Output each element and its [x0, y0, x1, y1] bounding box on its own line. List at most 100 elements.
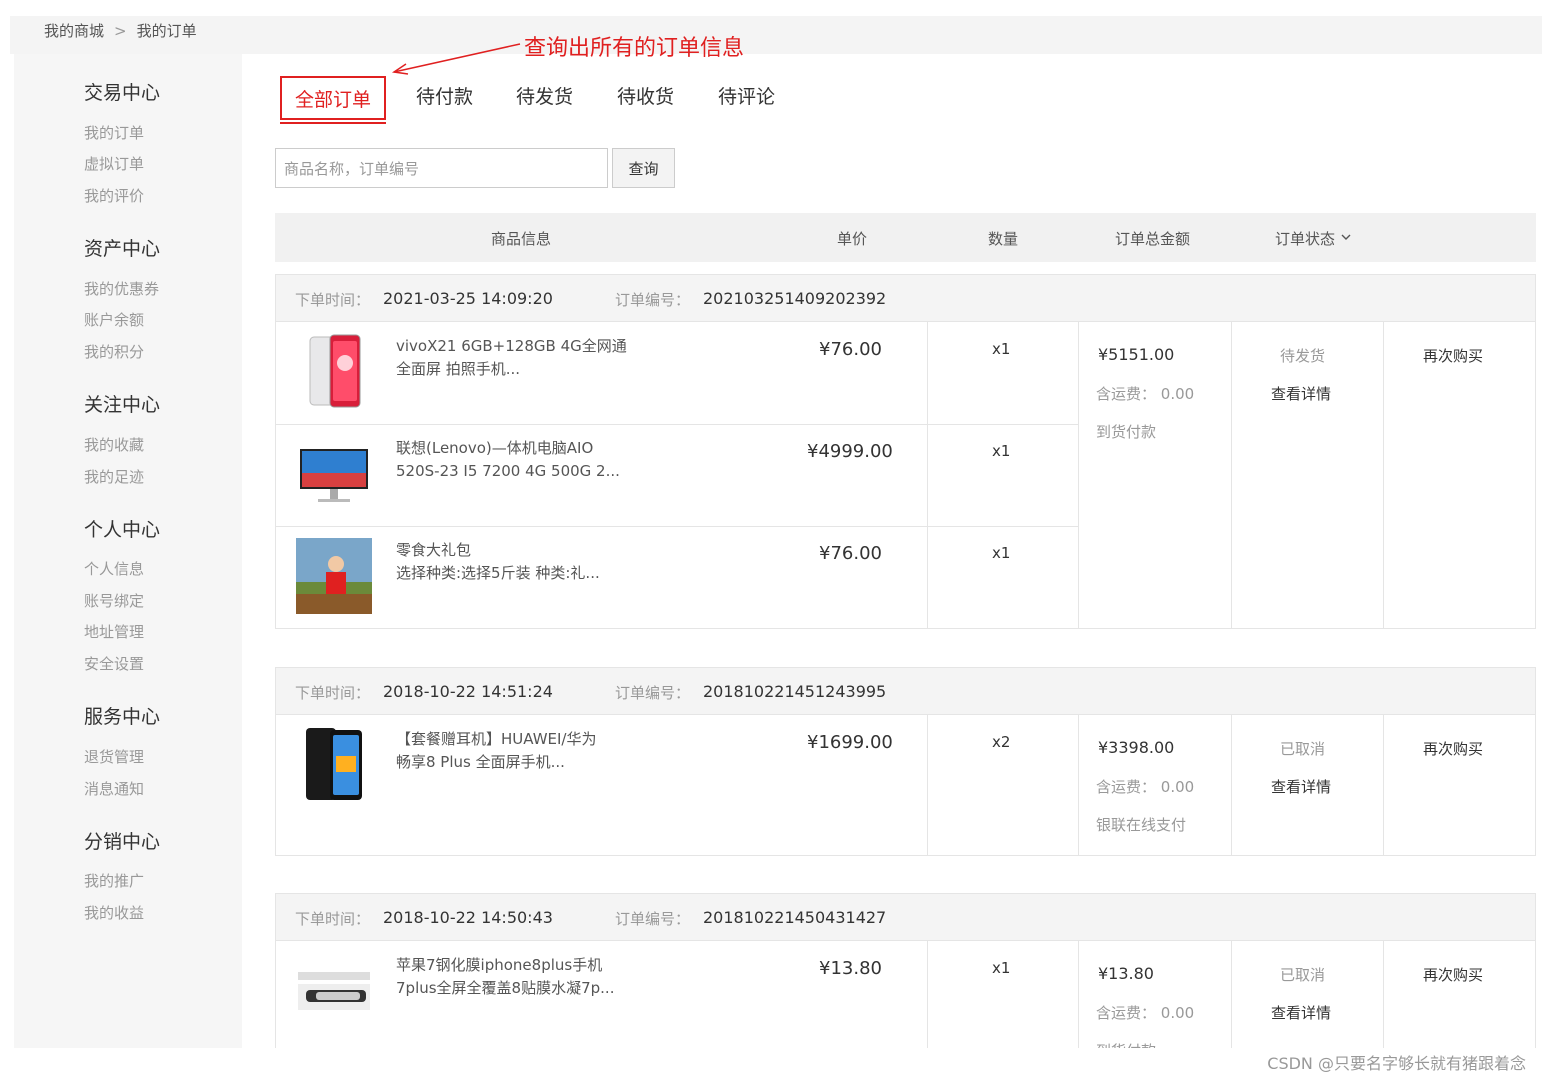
order-card: 下单时间： 2018-10-22 14:50:43 订单编号： 20181022… [275, 893, 1536, 1081]
order-time-label: 下单时间： [295, 291, 371, 309]
view-details-link[interactable]: 查看详情 [1271, 383, 1331, 404]
column-header-total: 订单总金额 [1115, 230, 1191, 248]
product-price: ¥76.00 [819, 339, 882, 360]
product-thumbnail[interactable] [296, 333, 372, 409]
sidebar-item-footprints[interactable]: 我的足迹 [84, 466, 144, 487]
product-thumbnail[interactable] [296, 538, 372, 614]
product-thumbnail[interactable] [296, 952, 372, 1028]
tab-pending-shipment[interactable]: 待发货 [516, 82, 573, 109]
order-time: 2021-03-25 14:09:20 [383, 289, 553, 308]
product-name[interactable]: 联想(Lenovo)—体机电脑AIO 520S-23 I5 7200 4G 500… [396, 437, 656, 483]
product-qty: x1 [992, 959, 1011, 977]
annotation-text: 查询出所有的订单信息 [524, 36, 745, 61]
column-header-price: 单价 [837, 230, 868, 248]
product-qty: x2 [992, 733, 1011, 751]
sidebar-item-messages[interactable]: 消息通知 [84, 778, 144, 799]
buy-again-button[interactable]: 再次购买 [1423, 964, 1483, 985]
order-header: 下单时间： 2018-10-22 14:50:43 订单编号： 20181022… [276, 894, 1535, 941]
product-qty: x1 [992, 544, 1011, 562]
breadcrumb-current: 我的订单 [136, 22, 197, 40]
breadcrumb: 我的商城 > 我的订单 [44, 20, 197, 41]
product-qty: x1 [992, 340, 1011, 358]
order-shipping: 含运费： 0.00 [1096, 778, 1195, 796]
chevron-right-icon: > [114, 21, 127, 40]
chevron-down-icon [1341, 234, 1351, 240]
tab-pending-receipt[interactable]: 待收货 [617, 82, 674, 109]
order-payment-method: 银联在线支付 [1096, 816, 1187, 834]
order-time-label: 下单时间： [295, 684, 371, 702]
column-header-qty: 数量 [988, 230, 1019, 248]
order-number-label: 订单编号： [615, 910, 691, 928]
view-details-link[interactable]: 查看详情 [1271, 1002, 1331, 1023]
order-total: ¥13.80 [1098, 964, 1154, 983]
product-price: ¥4999.00 [807, 441, 893, 462]
sidebar-section-trade: 交易中心 [84, 82, 161, 104]
sidebar-item-address[interactable]: 地址管理 [84, 621, 144, 642]
order-shipping: 含运费： 0.00 [1096, 1004, 1195, 1022]
order-status-filter[interactable]: 订单状态 [1275, 228, 1351, 249]
sidebar-section-assets: 资产中心 [84, 238, 161, 260]
sidebar-item-my-orders[interactable]: 我的订单 [84, 122, 144, 143]
order-payment-method: 到货付款 [1096, 423, 1157, 441]
order-time: 2018-10-22 14:51:24 [383, 682, 553, 701]
order-number-label: 订单编号： [615, 291, 691, 309]
order-table-header: 商品信息 单价 数量 订单总金额 订单状态 [275, 213, 1536, 262]
sidebar-item-earnings[interactable]: 我的收益 [84, 902, 144, 923]
sidebar-item-profile[interactable]: 个人信息 [84, 558, 144, 579]
sidebar-item-coupons[interactable]: 我的优惠券 [84, 278, 159, 299]
sidebar-section-personal: 个人中心 [84, 519, 161, 541]
product-qty: x1 [992, 442, 1011, 460]
order-status: 已取消 [1280, 740, 1326, 758]
order-number: 201810221451243995 [703, 682, 887, 701]
order-card: 下单时间： 2018-10-22 14:51:24 订单编号： 20181022… [275, 667, 1536, 856]
view-details-link[interactable]: 查看详情 [1271, 776, 1331, 797]
sidebar-item-security[interactable]: 安全设置 [84, 653, 144, 674]
watermark: CSDN @只要名字够长就有猪跟着念 [1267, 1054, 1526, 1073]
annotation-arrow-icon [391, 43, 521, 75]
sidebar-item-virtual-orders[interactable]: 虚拟订单 [84, 153, 144, 174]
sidebar-item-my-reviews[interactable]: 我的评价 [84, 185, 144, 206]
sidebar-item-account-binding[interactable]: 账号绑定 [84, 590, 144, 611]
order-header: 下单时间： 2018-10-22 14:51:24 订单编号： 20181022… [276, 668, 1535, 715]
column-header-product: 商品信息 [491, 230, 552, 248]
order-shipping: 含运费： 0.00 [1096, 385, 1195, 403]
product-name[interactable]: 苹果7钢化膜iphone8plus手机 7plus全屏全覆盖8贴膜水凝7p... [396, 954, 656, 1000]
order-number-label: 订单编号： [615, 684, 691, 702]
buy-again-button[interactable]: 再次购买 [1423, 738, 1483, 759]
sidebar-item-balance[interactable]: 账户余额 [84, 309, 144, 330]
sidebar-section-distribution: 分销中心 [84, 831, 161, 853]
order-number: 202103251409202392 [703, 289, 887, 308]
product-price: ¥1699.00 [807, 732, 893, 753]
sidebar-section-service: 服务中心 [84, 706, 161, 728]
sidebar-section-follow: 关注中心 [84, 394, 161, 416]
product-name[interactable]: 零食大礼包 选择种类:选择5斤装 种类:礼... [396, 539, 656, 585]
column-header-status: 订单状态 [1275, 230, 1336, 248]
buy-again-button[interactable]: 再次购买 [1423, 345, 1483, 366]
product-name[interactable]: vivoX21 6GB+128GB 4G全网通 全面屏 拍照手机... [396, 335, 656, 381]
product-price: ¥13.80 [819, 958, 882, 979]
product-price: ¥76.00 [819, 543, 882, 564]
search-button[interactable]: 查询 [612, 148, 675, 188]
product-thumbnail[interactable] [296, 435, 372, 511]
sidebar-item-favorites[interactable]: 我的收藏 [84, 434, 144, 455]
breadcrumb-bar [10, 16, 1542, 54]
tab-all-orders[interactable]: 全部订单 [280, 76, 386, 124]
order-time: 2018-10-22 14:50:43 [383, 908, 553, 927]
search-input[interactable]: 商品名称，订单编号 [275, 148, 608, 188]
order-status: 待发货 [1280, 347, 1326, 365]
tab-pending-payment[interactable]: 待付款 [416, 82, 473, 109]
product-thumbnail[interactable] [296, 726, 372, 802]
order-card: 下单时间： 2021-03-25 14:09:20 订单编号： 20210325… [275, 274, 1536, 629]
order-status: 已取消 [1280, 966, 1326, 984]
sidebar-item-promotion[interactable]: 我的推广 [84, 870, 144, 891]
order-number: 201810221450431427 [703, 908, 887, 927]
tab-pending-review[interactable]: 待评论 [718, 82, 775, 109]
order-time-label: 下单时间： [295, 910, 371, 928]
order-total: ¥5151.00 [1098, 345, 1175, 364]
order-total: ¥3398.00 [1098, 738, 1175, 757]
product-name[interactable]: 【套餐赠耳机】HUAWEI/华为 畅享8 Plus 全面屏手机... [396, 728, 656, 774]
breadcrumb-home[interactable]: 我的商城 [44, 20, 104, 41]
order-header: 下单时间： 2021-03-25 14:09:20 订单编号： 20210325… [276, 275, 1535, 322]
sidebar-item-returns[interactable]: 退货管理 [84, 746, 144, 767]
sidebar-item-points[interactable]: 我的积分 [84, 341, 144, 362]
